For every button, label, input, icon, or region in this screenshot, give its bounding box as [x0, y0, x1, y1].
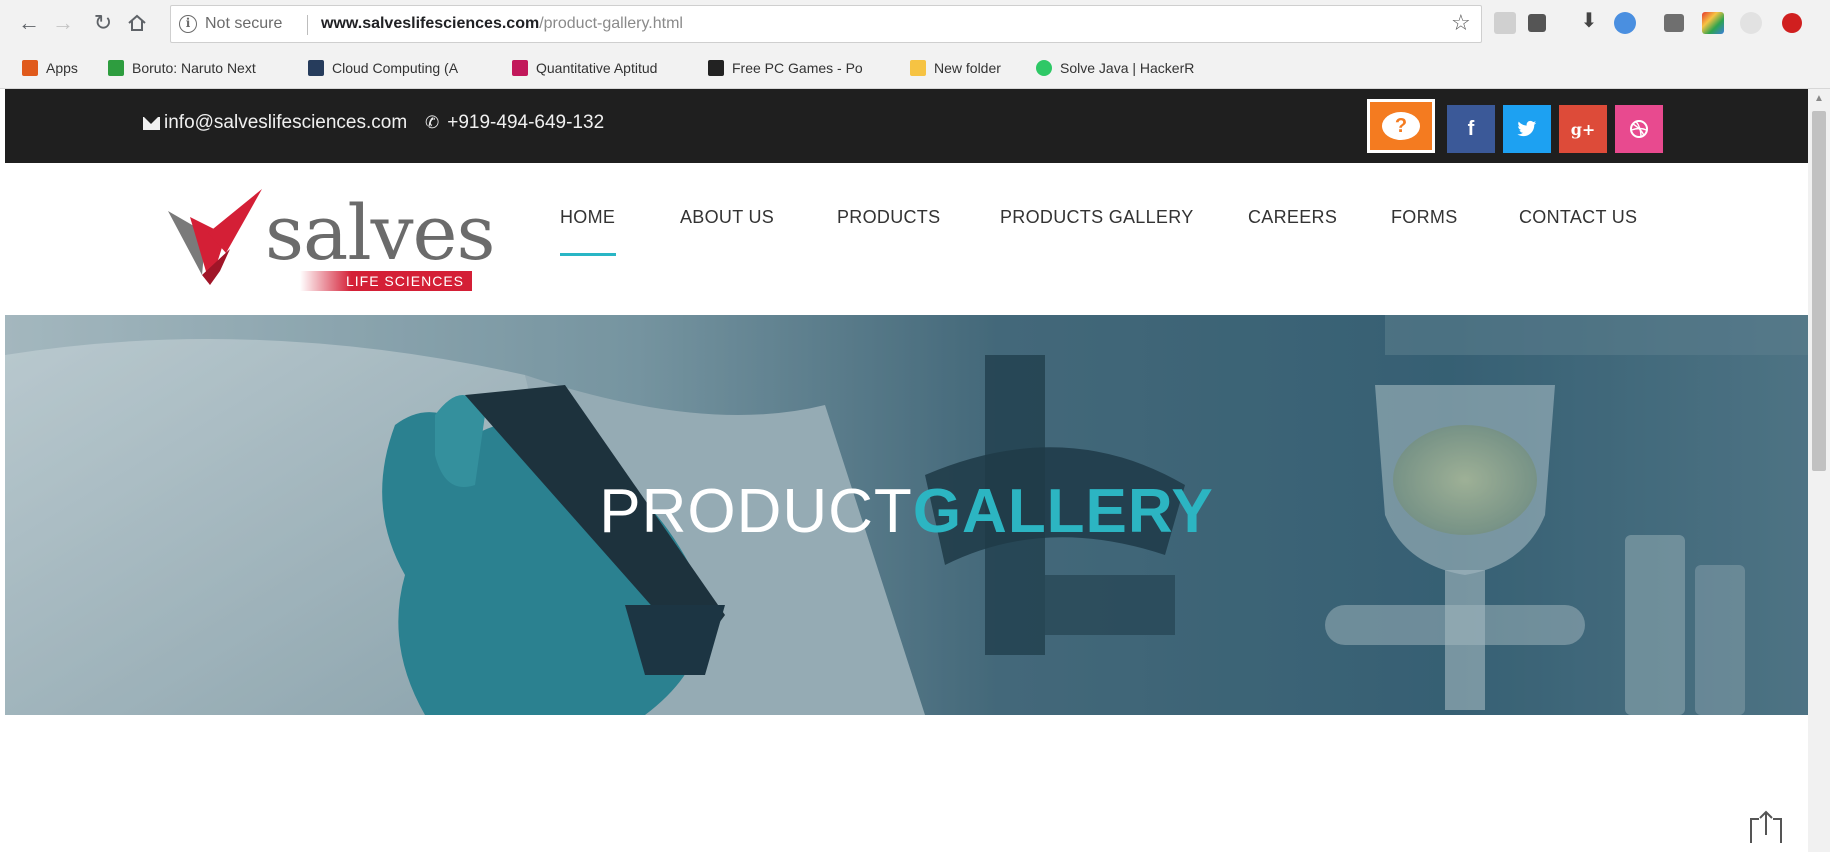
hero-title-bold: GALLERY	[912, 477, 1214, 546]
extension-dark-icon[interactable]	[1528, 14, 1546, 32]
address-separator	[307, 15, 308, 35]
nav-careers[interactable]: CAREERS	[1248, 207, 1337, 228]
url-host: www.salveslifesciences.com	[321, 15, 540, 32]
bookmark-apps[interactable]: Apps	[22, 57, 78, 79]
security-label: Not secure	[205, 15, 283, 32]
logo-wordmark: salves	[265, 188, 496, 277]
help-chat-button[interactable]: ?	[1367, 99, 1435, 153]
extension-color-icon[interactable]	[1702, 12, 1724, 34]
bookmark-label: Cloud Computing (A	[332, 60, 459, 76]
hackerrank-icon	[1036, 60, 1052, 76]
address-bar[interactable]: i Not secure www.salveslifesciences.com/…	[170, 5, 1482, 43]
phone-text: +919-494-649-132	[447, 112, 605, 133]
forward-arrow-icon[interactable]: →	[50, 8, 76, 38]
page-scrollbar[interactable]: ▲	[1808, 89, 1830, 852]
back-arrow-icon[interactable]: ←	[16, 8, 42, 38]
opera-red-icon[interactable]	[1782, 13, 1802, 33]
question-bubble-icon: ?	[1382, 112, 1420, 140]
share-icon[interactable]	[1745, 809, 1787, 845]
url-path: /product-gallery.html	[539, 15, 683, 32]
bookmark-cloud-computing[interactable]: Cloud Computing (A	[308, 57, 458, 79]
salves-logo[interactable]: salves LIFE SCIENCES	[150, 173, 496, 293]
facebook-button[interactable]: f	[1447, 105, 1495, 153]
browser-toolbar: ← → ↻ i Not secure www.salveslifescience…	[0, 0, 1830, 47]
heart-icon	[108, 60, 124, 76]
email-text: info@salveslifesciences.com	[164, 112, 408, 133]
phone-icon: ✆	[425, 113, 440, 132]
bookmark-label: Quantitative Aptitud	[536, 60, 658, 76]
extension-grey-icon[interactable]	[1494, 12, 1516, 34]
twitter-button[interactable]	[1503, 105, 1551, 153]
dribbble-button[interactable]	[1615, 105, 1663, 153]
folder-icon	[910, 60, 926, 76]
scroll-thumb[interactable]	[1812, 111, 1826, 471]
browser-window: ← → ↻ i Not secure www.salveslifescience…	[0, 0, 1830, 852]
info-icon[interactable]: i	[179, 15, 197, 33]
bookmark-label: Solve Java | HackerR	[1060, 60, 1195, 76]
bookmark-new-folder[interactable]: New folder	[910, 57, 1001, 79]
gamepad-icon	[708, 60, 724, 76]
bookmark-free-pc-games[interactable]: Free PC Games - Po	[708, 57, 863, 79]
extension-shield-icon[interactable]	[1740, 12, 1762, 34]
bookmark-label: New folder	[934, 60, 1001, 76]
google-plus-icon: g+	[1570, 119, 1596, 139]
bookmark-star-icon[interactable]: ☆	[1451, 10, 1471, 36]
contact-top-bar: info@salveslifesciences.com ✆ +919-494-64…	[5, 89, 1808, 163]
site-header: salves LIFE SCIENCES HOME ABOUT US PRODU…	[0, 163, 1808, 315]
book-icon	[308, 60, 324, 76]
nav-forms[interactable]: FORMS	[1391, 207, 1458, 228]
email-link[interactable]: info@salveslifesciences.com	[143, 112, 407, 134]
google-plus-button[interactable]: g+	[1559, 105, 1607, 153]
nav-home[interactable]: HOME	[560, 207, 615, 228]
site-icon	[512, 60, 528, 76]
url-text[interactable]: www.salveslifesciences.com/product-galle…	[321, 15, 683, 33]
nav-products-gallery[interactable]: PRODUCTS GALLERY	[1000, 207, 1194, 228]
bookmark-quantitative[interactable]: Quantitative Aptitud	[512, 57, 657, 79]
bookmarks-bar: Apps Boruto: Naruto Next Cloud Computing…	[0, 47, 1830, 89]
facebook-icon: f	[1467, 117, 1475, 140]
scroll-up-arrow-icon[interactable]: ▲	[1814, 93, 1824, 104]
bookmark-label: Apps	[46, 60, 78, 76]
nav-about-us[interactable]: ABOUT US	[680, 207, 774, 228]
extension-window-icon[interactable]	[1664, 14, 1684, 32]
reload-icon[interactable]: ↻	[90, 8, 116, 38]
download-arrow-icon[interactable]: ⬇	[1578, 8, 1600, 32]
hero-banner: PRODUCTGALLERY	[5, 315, 1808, 715]
logo-tagline: LIFE SCIENCES	[300, 271, 472, 291]
hero-title: PRODUCTGALLERY	[5, 477, 1808, 547]
dribbble-icon	[1630, 120, 1648, 138]
home-icon[interactable]	[124, 8, 150, 38]
active-nav-indicator	[560, 253, 616, 256]
bookmark-label: Free PC Games - Po	[732, 60, 863, 76]
hero-title-light: PRODUCT	[599, 477, 913, 546]
web-page: info@salveslifesciences.com ✆ +919-494-64…	[0, 89, 1808, 852]
apps-grid-icon	[22, 60, 38, 76]
bookmark-label: Boruto: Naruto Next	[132, 60, 256, 76]
logo-mark-icon	[168, 189, 262, 285]
bookmark-boruto[interactable]: Boruto: Naruto Next	[108, 57, 256, 79]
phone-link[interactable]: ✆ +919-494-649-132	[425, 112, 604, 134]
nav-contact-us[interactable]: CONTACT US	[1519, 207, 1637, 228]
twitter-bird-icon	[1517, 120, 1537, 137]
extension-blue-icon[interactable]	[1614, 12, 1636, 34]
envelope-icon	[143, 116, 160, 130]
nav-products[interactable]: PRODUCTS	[837, 207, 940, 228]
bookmark-hackerrank[interactable]: Solve Java | HackerR	[1036, 57, 1194, 79]
